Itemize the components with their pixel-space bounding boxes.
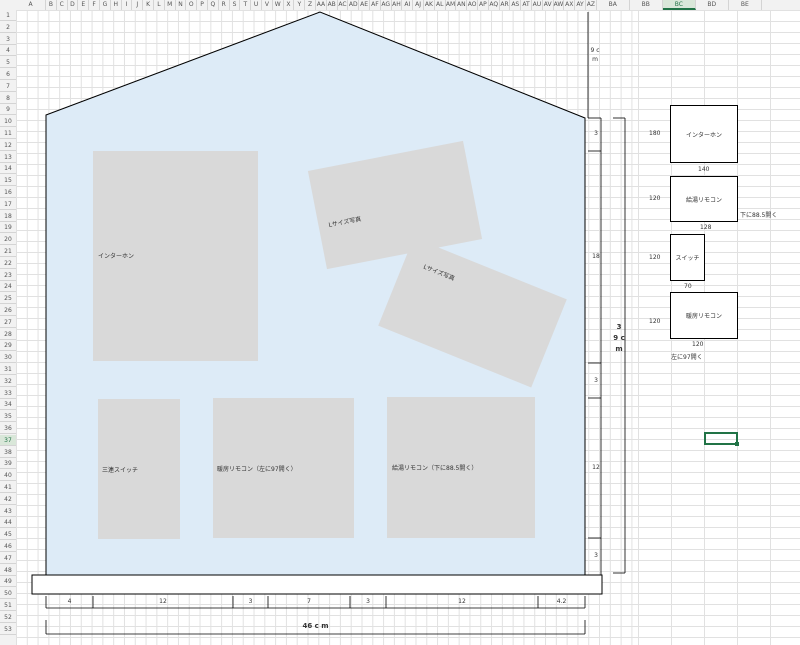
intercom-label: インターホン bbox=[98, 253, 135, 260]
dim-seg-low: 12 bbox=[592, 464, 600, 471]
dim-seg-mid2: 3 bbox=[594, 377, 598, 384]
legend-box-intercom[interactable]: インターホン bbox=[670, 105, 738, 163]
water-remote-box[interactable]: 給湯リモコン（下に88.5開く） bbox=[387, 397, 535, 538]
legend-width-1: 140 bbox=[698, 166, 710, 173]
dim-seg-mid: 18 bbox=[592, 253, 600, 260]
dim-total-height: 3 9 c m bbox=[613, 323, 625, 353]
legend-box-switch[interactable]: スイッチ bbox=[670, 234, 705, 281]
selected-cell[interactable] bbox=[704, 432, 739, 446]
dim-bottom-seg-6: 12 bbox=[458, 598, 466, 605]
legend-box-heater-remote[interactable]: 暖房リモコン bbox=[670, 292, 738, 339]
legend-width-3: 70 bbox=[684, 283, 692, 290]
dim-bottom-seg-5: 3 bbox=[366, 598, 370, 605]
switch-box[interactable]: 三連スイッチ bbox=[98, 399, 180, 539]
legend-width-4: 120 bbox=[692, 341, 704, 348]
legend-height-3: 120 bbox=[649, 254, 661, 261]
water-remote-label: 給湯リモコン（下に88.5開く） bbox=[392, 465, 478, 472]
photo-label-2: Lサイズ写真 bbox=[422, 263, 456, 283]
photo-label-1: Lサイズ写真 bbox=[328, 215, 362, 229]
heater-remote-label: 暖房リモコン（左に97開く） bbox=[217, 466, 297, 473]
dim-bottom-seg-4: 7 bbox=[307, 598, 311, 605]
legend-note-4: 左に97開く bbox=[671, 354, 703, 361]
dim-roof-height: 9 c m bbox=[590, 47, 600, 63]
dim-seg-bottom: 3 bbox=[594, 552, 598, 559]
heater-remote-box[interactable]: 暖房リモコン（左に97開く） bbox=[213, 398, 354, 538]
legend-box-water-remote[interactable]: 給湯リモコン bbox=[670, 176, 738, 222]
legend-height-4: 120 bbox=[649, 318, 661, 325]
dim-bottom-seg-1: 4 bbox=[67, 598, 72, 605]
dim-bottom-seg-7: 4.2 bbox=[556, 598, 567, 605]
legend-width-2: 128 bbox=[700, 224, 712, 231]
legend-height-1: 180 bbox=[649, 130, 661, 137]
legend-note-2: 下に88.5開く bbox=[740, 212, 778, 219]
switch-label: 三連スイッチ bbox=[102, 467, 139, 474]
dim-total-width: 46 c m bbox=[302, 622, 329, 630]
dim-bottom-seg-2: 12 bbox=[159, 598, 167, 605]
intercom-box[interactable]: インターホン bbox=[93, 151, 258, 361]
legend-height-2: 120 bbox=[649, 195, 661, 202]
dim-seg-top: 3 bbox=[594, 130, 598, 137]
dim-bottom-seg-3: 3 bbox=[248, 598, 253, 605]
